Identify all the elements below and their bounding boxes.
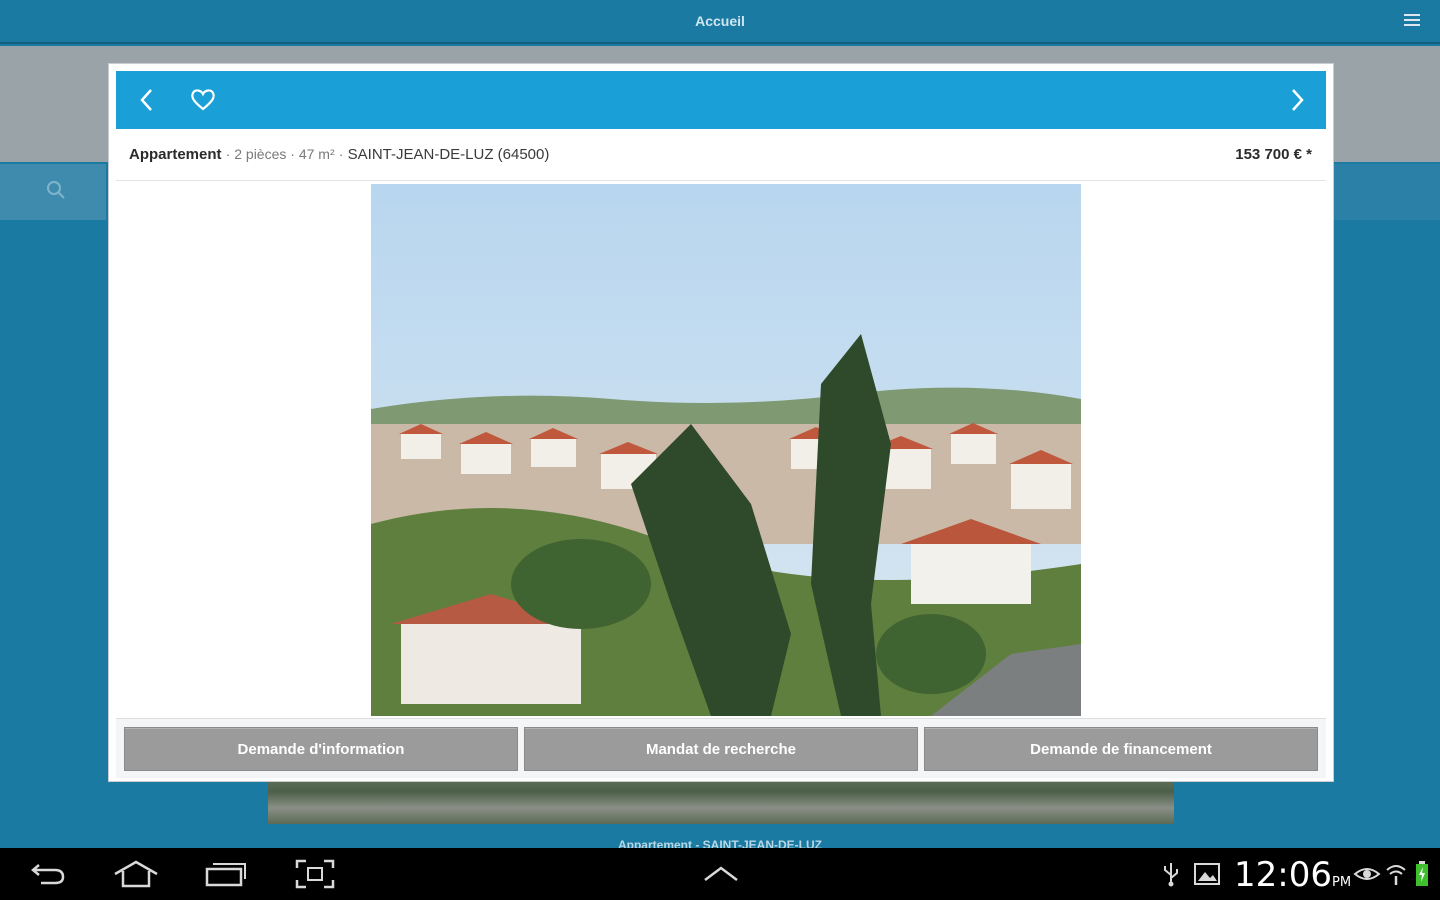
property-details: · 2 pièces · 47 m² [225,146,335,162]
listing-photo[interactable] [371,184,1081,716]
recent-apps-icon[interactable] [204,860,248,888]
background-listing-caption: Appartement - SAINT-JEAN-DE-LUZ [617,838,822,848]
next-button[interactable] [1272,71,1322,129]
chevron-right-icon [1292,89,1304,111]
modal-header [116,71,1326,129]
property-type: Appartement [129,146,222,163]
wifi-icon [1384,860,1408,888]
property-city: SAINT-JEAN-DE-LUZ (64500) [347,146,550,163]
photo-area [116,182,1326,716]
search-icon [47,181,65,199]
clock-time: 12:06 [1234,855,1332,895]
up-chevron-icon[interactable] [700,860,742,888]
eye-icon [1352,860,1382,888]
financing-request-button[interactable]: Demande de financement [924,727,1318,771]
hamburger-menu-icon[interactable] [1404,14,1420,28]
clock-ampm: PM [1331,875,1352,890]
image-notification-icon [1192,860,1222,888]
screenshot-icon[interactable] [294,859,336,889]
listing-summary: Appartement · 2 pièces · 47 m² · SAINT-J… [129,146,549,163]
search-mandate-button[interactable]: Mandat de recherche [524,727,918,771]
app-bar: Accueil [0,0,1440,44]
request-information-button[interactable]: Demande d'information [124,727,518,771]
action-bar: Demande d'information Mandat de recherch… [116,718,1326,778]
background-search-box-right [1334,164,1440,220]
page-title: Accueil [695,13,745,29]
favorite-button[interactable] [178,71,228,129]
property-price: 153 700 € * [1235,146,1312,163]
previous-button[interactable] [122,71,172,129]
home-icon[interactable] [112,860,160,888]
listing-info-row: Appartement · 2 pièces · 47 m² · SAINT-J… [116,129,1326,181]
chevron-left-icon [140,89,152,111]
battery-icon [1412,860,1432,888]
separator: · [338,146,344,162]
system-navigation-bar [0,848,1440,900]
system-clock: 12:06PM [1234,855,1351,895]
back-icon[interactable] [28,860,68,888]
listing-modal: Appartement · 2 pièces · 47 m² · SAINT-J… [108,63,1334,782]
heart-outline-icon [191,89,215,111]
usb-icon [1158,860,1184,888]
